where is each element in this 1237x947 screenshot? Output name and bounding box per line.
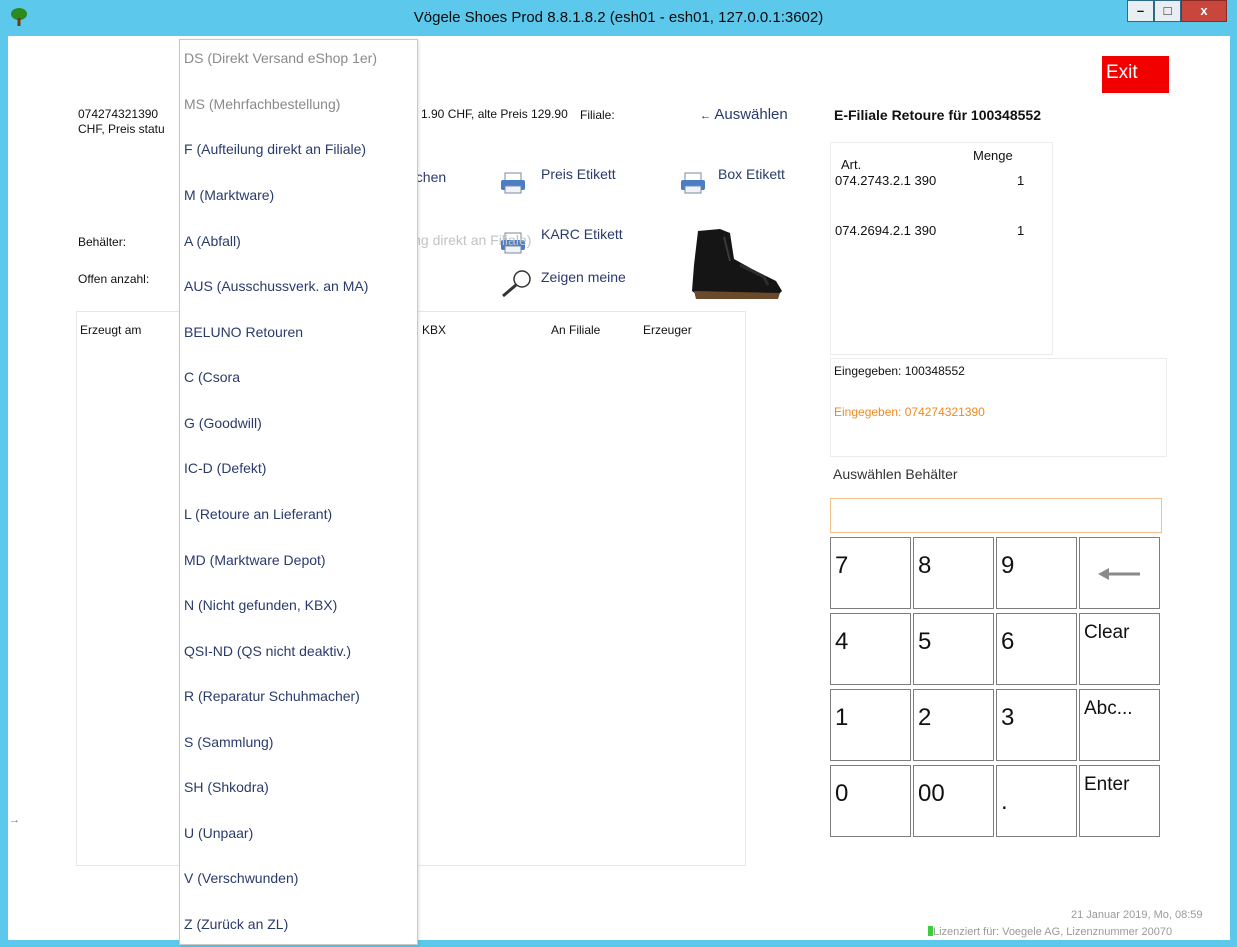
key-label: 0 <box>835 780 849 807</box>
dropdown-item[interactable]: SH (Shkodra) <box>184 779 269 795</box>
column-header-an-filiale[interactable]: An Filiale <box>551 323 600 337</box>
key-8[interactable]: 8 <box>913 537 994 609</box>
article-row-1-menge: 1 <box>1017 173 1025 188</box>
dropdown-item[interactable]: IC-D (Defekt) <box>184 460 266 476</box>
printer-icon <box>501 172 525 194</box>
column-header-erzeugt-am[interactable]: Erzeugt am <box>80 323 141 337</box>
eingegeben-line-2: Eingegeben: 074274321390 <box>834 405 985 419</box>
left-arrow-icon <box>1098 568 1140 580</box>
auswaehlen-label: Auswählen <box>714 106 788 123</box>
dropdown-item[interactable]: Z (Zurück an ZL) <box>184 916 288 932</box>
client-area: Exit 074274321390 CHF, Preis statu 1.90 … <box>8 36 1230 945</box>
key-label: Clear <box>1084 622 1130 643</box>
column-header-kbx[interactable]: KBX <box>422 323 446 337</box>
window-title: Vögele Shoes Prod 8.8.1.8.2 (esh01 - esh… <box>413 9 824 26</box>
key-5[interactable]: 5 <box>913 613 994 685</box>
row-pointer-icon: → <box>9 814 20 826</box>
behaelter-label: Behälter: <box>78 235 127 249</box>
maximize-button[interactable]: □ <box>1154 0 1181 22</box>
product-status: CHF, Preis statu <box>78 122 165 136</box>
key-label: 2 <box>918 704 932 731</box>
karc-etikett-label: KARC Etikett <box>541 226 623 242</box>
article-list: Art. Menge 074.2743.2.1 390 1 074.2694.2… <box>830 142 1053 355</box>
menge-header: Menge <box>973 148 1013 163</box>
key-decimal[interactable]: . <box>996 765 1077 837</box>
article-row-2-menge: 1 <box>1017 223 1025 238</box>
key-label: Enter <box>1084 774 1130 795</box>
key-label: 6 <box>1001 628 1015 655</box>
key-label: 4 <box>835 628 849 655</box>
dropdown-item[interactable]: N (Nicht gefunden, KBX) <box>184 597 337 613</box>
license-text: Lizenziert für: Voegele AG, Lizenznummer… <box>933 926 1173 938</box>
behaelter-entry-field[interactable] <box>830 498 1162 533</box>
title-bar: Vögele Shoes Prod 8.8.1.8.2 (esh01 - esh… <box>0 0 1237 36</box>
column-header-erzeuger[interactable]: Erzeuger <box>643 323 692 337</box>
clear-key[interactable]: Clear <box>1079 613 1160 685</box>
enter-key[interactable]: Enter <box>1079 765 1160 837</box>
dropdown-item[interactable]: G (Goodwill) <box>184 415 262 431</box>
dropdown-item[interactable]: AUS (Ausschussverk. an MA) <box>184 278 368 294</box>
key-label: 8 <box>918 552 932 579</box>
offen-anzahl-label: Offen anzahl: <box>78 272 150 286</box>
key-label: 9 <box>1001 552 1015 579</box>
article-row-2-art: 074.2694.2.1 390 <box>835 223 937 238</box>
preis-etikett-label: Preis Etikett <box>541 166 616 182</box>
reason-dropdown-list[interactable]: DS (Direkt Versand eShop 1er) MS (Mehrfa… <box>179 39 418 945</box>
left-arrow-icon: ← <box>700 110 711 122</box>
filiale-label: Filiale: <box>580 108 615 122</box>
art-header: Art. <box>841 157 862 172</box>
dropdown-item[interactable]: BELUNO Retouren <box>184 324 303 340</box>
key-3[interactable]: 3 <box>996 689 1077 761</box>
exit-button[interactable]: Exit <box>1102 56 1169 93</box>
dropdown-item[interactable]: M (Marktware) <box>184 187 274 203</box>
auswaehlen-behaelter-label: Auswählen Behälter <box>833 466 958 482</box>
boot-image <box>692 229 782 299</box>
printer-icon <box>681 172 705 194</box>
dropdown-item[interactable]: MD (Marktware Depot) <box>184 552 326 568</box>
minimize-button[interactable]: – <box>1127 0 1154 22</box>
zeigen-meine-label: Zeigen meine <box>541 269 626 285</box>
article-row-1-art: 074.2743.2.1 390 <box>835 173 937 188</box>
dropdown-item[interactable]: U (Unpaar) <box>184 825 253 841</box>
close-button[interactable]: x <box>1181 0 1227 22</box>
retoure-heading: E-Filiale Retoure für 100348552 <box>834 107 1041 123</box>
product-price: 1.90 CHF, alte Preis 129.90 <box>421 107 568 121</box>
key-2[interactable]: 2 <box>913 689 994 761</box>
dropdown-item[interactable]: DS (Direkt Versand eShop 1er) <box>184 50 377 66</box>
key-4[interactable]: 4 <box>830 613 911 685</box>
key-1[interactable]: 1 <box>830 689 911 761</box>
key-label: 3 <box>1001 704 1015 731</box>
key-label: . <box>1001 788 1008 815</box>
footer-license: Lizenziert für: Voegele AG, Lizenznummer… <box>928 926 1172 938</box>
auswaehlen-link[interactable]: ← Auswählen <box>700 106 788 123</box>
eingegeben-line-1: Eingegeben: 100348552 <box>834 364 965 378</box>
key-6[interactable]: 6 <box>996 613 1077 685</box>
key-label: Abc... <box>1084 698 1133 719</box>
dropdown-item[interactable]: S (Sammlung) <box>184 734 273 750</box>
product-code: 074274321390 <box>78 107 159 121</box>
hidden-aufteilung-text: ing direkt an Filiale) <box>410 232 532 248</box>
dropdown-item[interactable]: MS (Mehrfachbestellung) <box>184 96 340 112</box>
key-00[interactable]: 00 <box>913 765 994 837</box>
dropdown-item[interactable]: F (Aufteilung direkt an Filiale) <box>184 141 366 157</box>
key-9[interactable]: 9 <box>996 537 1077 609</box>
dropdown-item[interactable]: A (Abfall) <box>184 233 241 249</box>
box-etikett-label: Box Etikett <box>718 166 785 182</box>
eingegeben-panel: Eingegeben: 100348552 Eingegeben: 074274… <box>830 358 1167 457</box>
dropdown-item[interactable]: L (Retoure an Lieferant) <box>184 506 332 522</box>
dropdown-item[interactable]: R (Reparatur Schuhmacher) <box>184 688 360 704</box>
abc-key[interactable]: Abc... <box>1079 689 1160 761</box>
backspace-key[interactable] <box>1079 537 1160 609</box>
magnifier-icon <box>502 270 531 297</box>
key-0[interactable]: 0 <box>830 765 911 837</box>
key-7[interactable]: 7 <box>830 537 911 609</box>
key-label: 00 <box>918 780 945 807</box>
dropdown-item[interactable]: V (Verschwunden) <box>184 870 298 886</box>
key-label: 5 <box>918 628 932 655</box>
footer-datetime: 21 Januar 2019, Mo, 08:59 <box>1071 909 1203 921</box>
dropdown-item[interactable]: QSI-ND (QS nicht deaktiv.) <box>184 643 351 659</box>
dropdown-item[interactable]: C (Csora <box>184 369 240 385</box>
key-label: 1 <box>835 704 849 731</box>
key-label: 7 <box>835 552 849 579</box>
